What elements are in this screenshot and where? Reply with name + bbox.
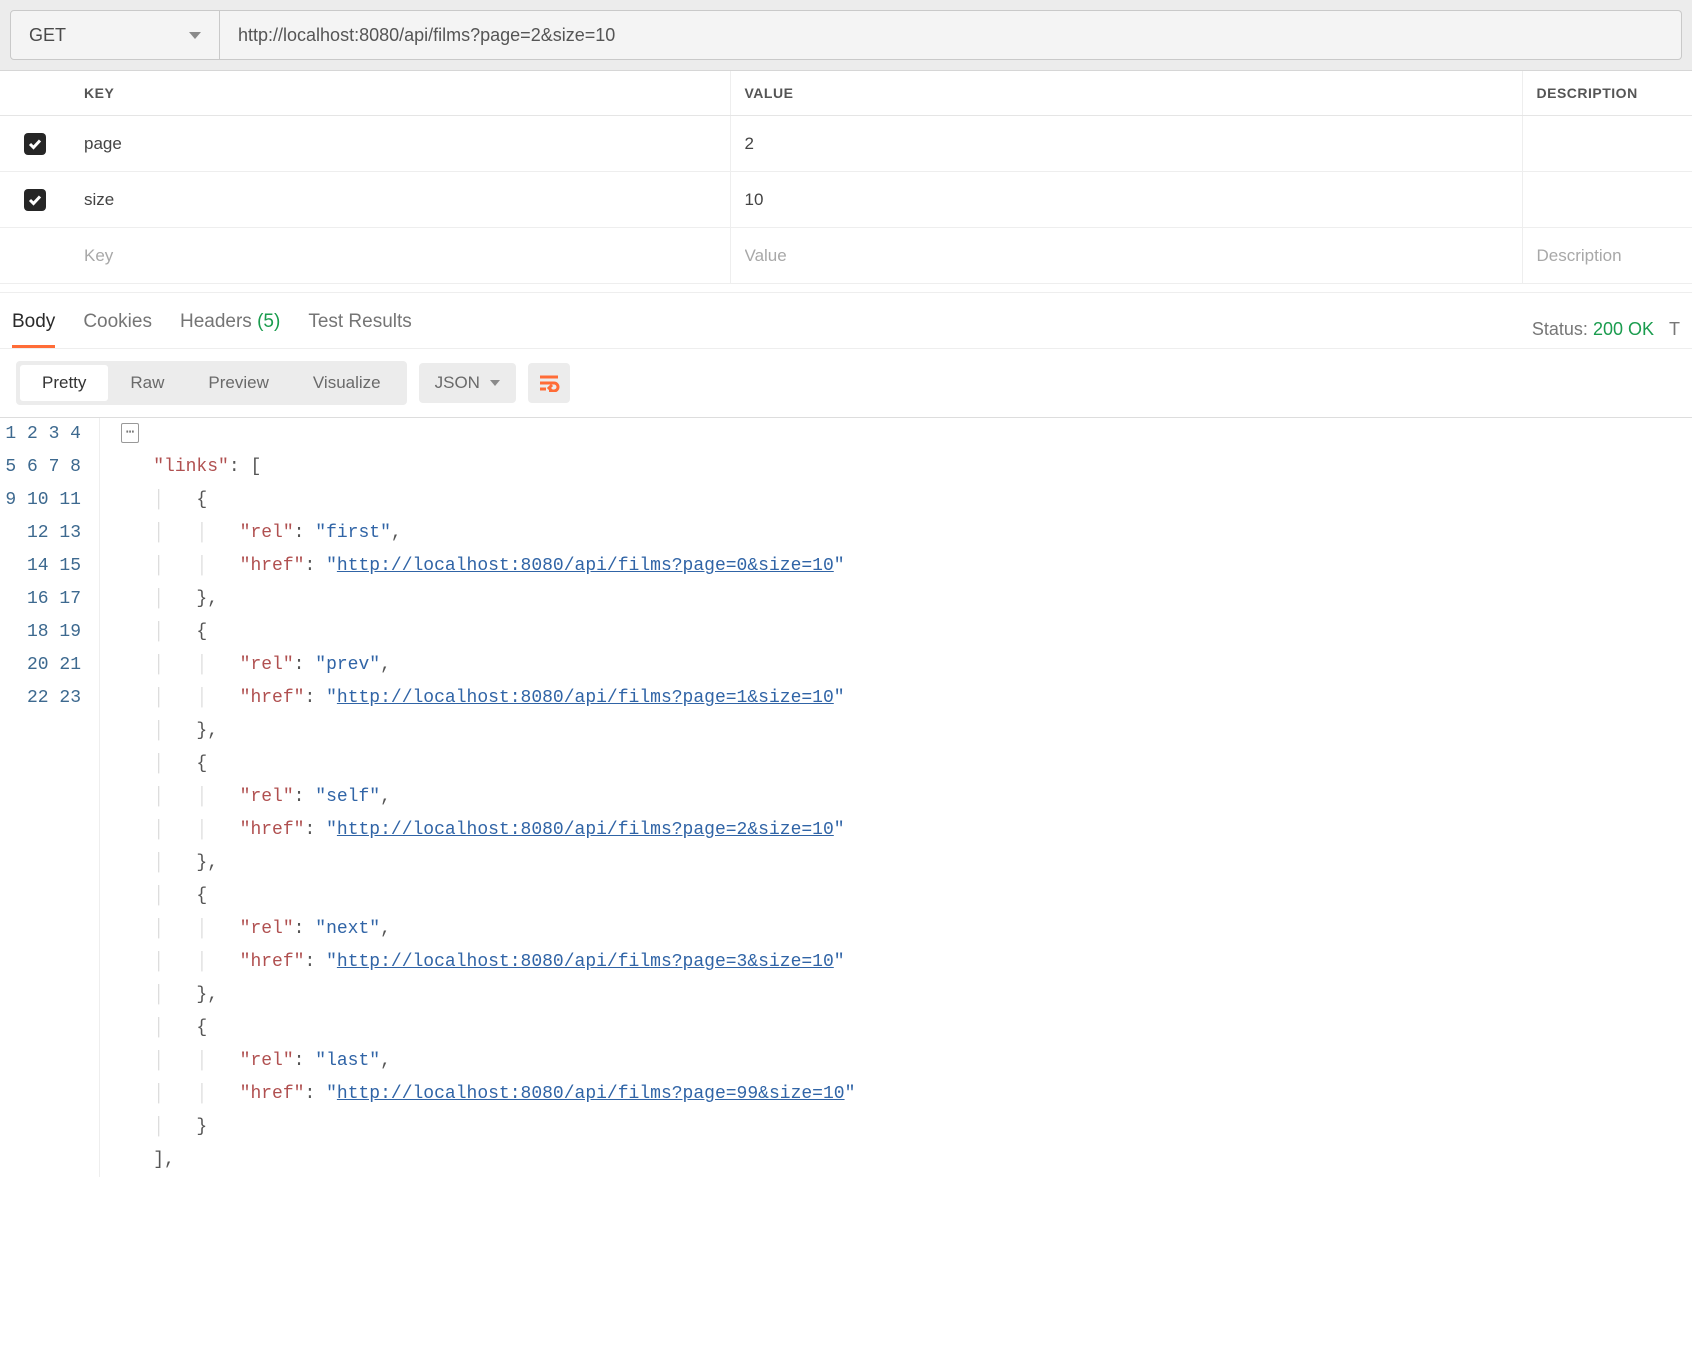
body-format-select[interactable]: JSON <box>419 363 516 403</box>
tab-test-results[interactable]: Test Results <box>308 311 411 348</box>
tab-body[interactable]: Body <box>12 311 55 348</box>
line-number-gutter: 1 2 3 4 5 6 7 8 9 10 11 12 13 14 15 16 1… <box>0 418 100 1177</box>
body-format-label: JSON <box>435 373 480 393</box>
view-pretty-button[interactable]: Pretty <box>20 365 108 401</box>
tab-headers[interactable]: Headers (5) <box>180 311 280 348</box>
request-url-input[interactable] <box>220 10 1682 60</box>
check-icon <box>28 194 42 206</box>
tab-cookies[interactable]: Cookies <box>83 311 152 348</box>
status-time-prefix: T <box>1669 319 1680 339</box>
col-header-key: KEY <box>70 71 730 116</box>
param-checkbox[interactable] <box>24 133 46 155</box>
check-icon <box>28 138 42 150</box>
view-raw-button[interactable]: Raw <box>108 365 186 401</box>
chevron-down-icon <box>189 32 201 39</box>
view-visualize-button[interactable]: Visualize <box>291 365 403 401</box>
table-row <box>0 172 1692 228</box>
chevron-down-icon <box>490 380 500 386</box>
request-bar: GET <box>0 0 1692 71</box>
response-status: Status: 200 OK T <box>1532 319 1680 340</box>
table-row-empty <box>0 228 1692 284</box>
param-checkbox[interactable] <box>24 189 46 211</box>
view-mode-segment: Pretty Raw Preview Visualize <box>16 361 407 405</box>
param-key-input[interactable] <box>84 246 716 266</box>
status-label: Status: <box>1532 319 1588 339</box>
wrap-lines-icon <box>538 374 560 392</box>
col-header-value: VALUE <box>730 71 1522 116</box>
param-value-input[interactable] <box>745 190 1508 210</box>
param-value-input[interactable] <box>745 246 1508 266</box>
view-preview-button[interactable]: Preview <box>186 365 290 401</box>
response-body-viewer: 1 2 3 4 5 6 7 8 9 10 11 12 13 14 15 16 1… <box>0 418 1692 1177</box>
http-method-label: GET <box>29 25 66 46</box>
tab-headers-label: Headers <box>180 311 252 332</box>
http-method-select[interactable]: GET <box>10 10 220 60</box>
table-row <box>0 116 1692 172</box>
response-body-code[interactable]: ⋯ "links": [ │ { │ │ "rel": "first", │ │… <box>100 418 855 1177</box>
param-key-input[interactable] <box>84 190 716 210</box>
response-view-toolbar: Pretty Raw Preview Visualize JSON <box>0 348 1692 418</box>
response-tabs-row: Body Cookies Headers (5) Test Results St… <box>0 292 1692 348</box>
wrap-lines-button[interactable] <box>528 363 570 403</box>
param-value-input[interactable] <box>745 134 1508 154</box>
header-count-badge: (5) <box>257 311 280 332</box>
param-key-input[interactable] <box>84 134 716 154</box>
col-header-description: DESCRIPTION <box>1522 71 1692 116</box>
status-value: 200 OK <box>1593 319 1654 339</box>
param-description-input[interactable] <box>1537 246 1679 266</box>
query-params-table: KEY VALUE DESCRIPTION <box>0 71 1692 284</box>
